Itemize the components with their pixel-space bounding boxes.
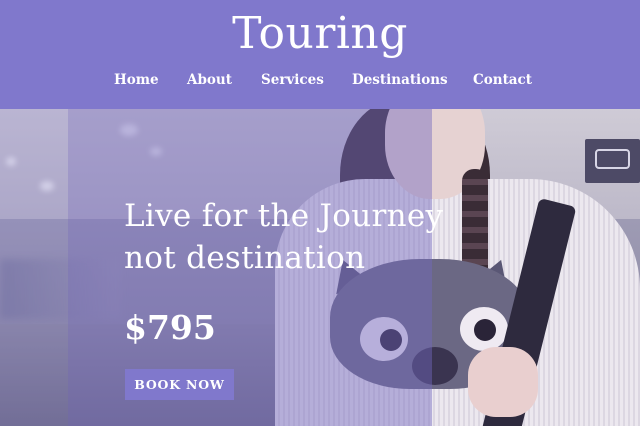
photo-hand	[468, 347, 538, 417]
nav-item-about[interactable]: About	[187, 70, 232, 90]
site-header: Touring Home About Services Destinations…	[0, 0, 640, 109]
hero-headline: Live for the Journey not destination	[124, 195, 484, 279]
tour-price: $795	[124, 308, 216, 347]
airport-sign-icon	[595, 149, 630, 169]
site-logo[interactable]: Touring	[0, 8, 640, 60]
raccoon-pupil-right	[474, 319, 496, 341]
hero-overlay-edge	[0, 109, 68, 426]
main-nav: Home About Services Destinations Contact	[0, 70, 640, 90]
hero-headline-line-1: Live for the Journey	[124, 198, 444, 234]
nav-item-contact[interactable]: Contact	[473, 70, 532, 90]
nav-item-services[interactable]: Services	[261, 70, 324, 90]
nav-item-home[interactable]: Home	[114, 70, 159, 90]
nav-item-destinations[interactable]: Destinations	[352, 70, 448, 90]
hero-headline-line-2: not destination	[124, 240, 366, 276]
book-now-button[interactable]: BOOK NOW	[125, 369, 234, 400]
